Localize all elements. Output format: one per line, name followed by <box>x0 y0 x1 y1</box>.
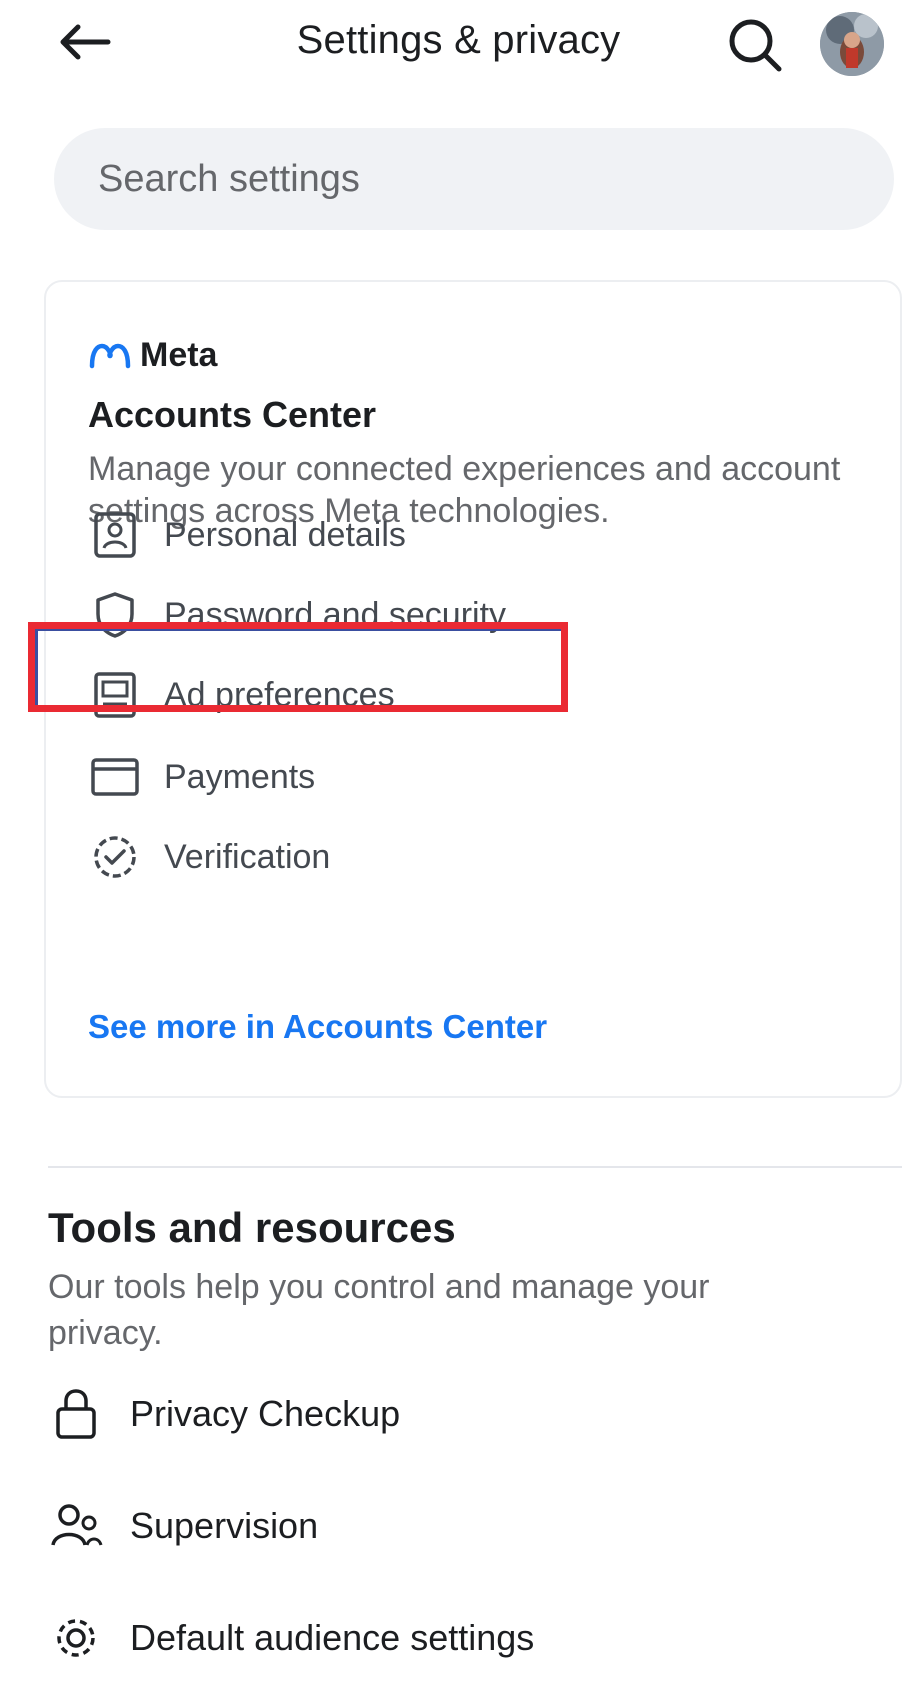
ad-preferences-icon <box>88 668 142 722</box>
menu-item-label: Payments <box>164 757 316 796</box>
gear-icon <box>48 1610 104 1666</box>
menu-item-label: Verification <box>164 837 331 876</box>
profile-avatar[interactable] <box>820 12 884 76</box>
accounts-center-title: Accounts Center <box>88 394 377 435</box>
menu-item-ad-preferences[interactable]: Ad preferences <box>88 660 868 730</box>
tool-item-privacy-checkup[interactable]: Privacy Checkup <box>48 1374 868 1454</box>
meta-logo-icon <box>89 343 131 368</box>
menu-item-label: Password and security <box>164 595 507 634</box>
menu-item-payments[interactable]: Payments <box>88 742 868 812</box>
tools-section-description: Our tools help you control and manage yo… <box>48 1268 710 1352</box>
menu-item-personal-details[interactable]: Personal details <box>88 500 868 570</box>
top-bar: Settings & privacy <box>0 0 917 90</box>
tool-item-supervision[interactable]: Supervision <box>48 1486 868 1566</box>
menu-item-verification[interactable]: Verification <box>88 822 868 892</box>
menu-item-password-security[interactable]: Password and security <box>88 580 868 650</box>
tool-item-default-audience[interactable]: Default audience settings <box>48 1598 868 1678</box>
tools-section-title: Tools and resources <box>48 1204 456 1251</box>
section-divider <box>48 1166 902 1168</box>
search-button[interactable] <box>722 12 788 78</box>
payment-card-icon <box>88 750 142 804</box>
meta-brand: Meta <box>88 336 217 375</box>
settings-privacy-screen: Settings & privacy Meta <box>0 0 917 1708</box>
accounts-center-card: Meta Accounts Center Manage your connect… <box>28 280 902 1098</box>
search-settings-input[interactable] <box>54 128 894 230</box>
avatar-image <box>820 12 884 76</box>
tool-item-label: Privacy Checkup <box>130 1393 401 1434</box>
id-card-icon <box>88 508 142 562</box>
menu-item-label: Ad preferences <box>164 675 395 714</box>
menu-item-label: Personal details <box>164 515 406 554</box>
tool-item-label: Default audience settings <box>130 1617 535 1658</box>
meta-brand-label: Meta <box>140 336 218 374</box>
lock-icon <box>48 1386 104 1442</box>
tool-item-label: Supervision <box>130 1505 319 1546</box>
see-more-accounts-center-link[interactable]: See more in Accounts Center <box>88 1008 547 1046</box>
supervision-icon <box>48 1498 104 1554</box>
verified-badge-icon <box>88 830 142 884</box>
shield-icon <box>88 588 142 642</box>
search-icon <box>729 19 782 72</box>
